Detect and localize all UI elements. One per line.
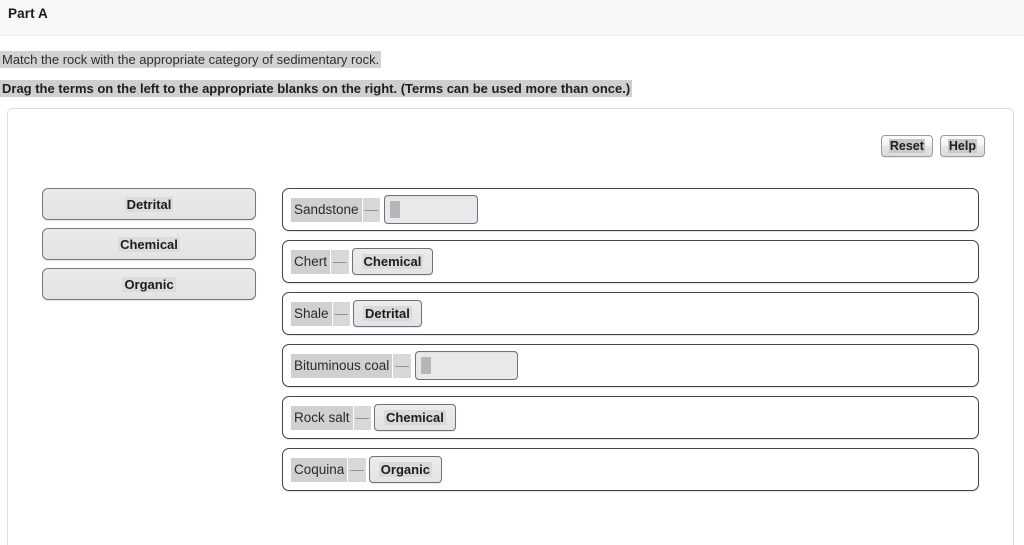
row-label: Sandstone: [291, 197, 362, 222]
dropped-answer-tile[interactable]: Organic: [368, 456, 442, 483]
row-separator: —: [348, 457, 366, 482]
blank-caret-icon: [420, 357, 431, 374]
drop-blank-empty[interactable]: [414, 351, 518, 380]
row-label: Coquina: [291, 457, 348, 482]
term-label: Detrital: [124, 196, 174, 212]
drop-row-list: Sandstone — Chert — Chemical Shale — Det…: [282, 188, 979, 500]
dropped-answer-tile[interactable]: Chemical: [351, 248, 434, 275]
dropped-answer-label: Chemical: [361, 254, 424, 269]
row-label: Bituminous coal: [291, 353, 393, 378]
drop-row-shale[interactable]: Shale — Detrital: [282, 292, 979, 335]
term-label: Chemical: [118, 236, 180, 252]
drop-row-chert[interactable]: Chert — Chemical: [282, 240, 979, 283]
dropped-answer-tile[interactable]: Chemical: [374, 404, 456, 431]
instruction-text-1: Match the rock with the appropriate cate…: [0, 51, 382, 68]
drop-row-rock-salt[interactable]: Rock salt — Chemical: [282, 396, 979, 439]
term-bank: Detrital Chemical Organic: [42, 188, 256, 308]
row-separator: —: [393, 353, 411, 378]
help-button-label: Help: [947, 139, 977, 153]
reset-button-label: Reset: [888, 139, 925, 153]
row-label: Shale: [291, 301, 332, 326]
instruction-line-secondary: Drag the terms on the left to the approp…: [0, 80, 1024, 98]
question-screen: Part A Match the rock with the appropria…: [0, 0, 1024, 545]
row-separator: —: [362, 197, 381, 222]
reset-button[interactable]: Reset: [880, 135, 933, 157]
row-separator: —: [332, 301, 351, 326]
page-title: Part A: [8, 6, 48, 21]
dropped-answer-label: Chemical: [384, 410, 446, 425]
row-separator: —: [331, 249, 349, 274]
dropped-answer-tile[interactable]: Detrital: [353, 300, 422, 327]
drag-drop-panel: Reset Help Detrital Chemical Organic San…: [7, 108, 1014, 545]
term-label: Organic: [122, 276, 176, 292]
panel-toolbar: Reset Help: [880, 135, 985, 157]
term-tile-organic[interactable]: Organic: [42, 268, 256, 300]
instruction-text-2: Drag the terms on the left to the approp…: [0, 80, 633, 97]
row-separator: —: [353, 405, 372, 430]
drop-row-coquina[interactable]: Coquina — Organic: [282, 448, 979, 491]
drop-blank-empty[interactable]: [384, 195, 479, 224]
help-button[interactable]: Help: [939, 135, 985, 157]
blank-caret-icon: [390, 201, 401, 218]
dropped-answer-label: Organic: [378, 462, 432, 477]
instruction-line-primary: Match the rock with the appropriate cate…: [0, 51, 1024, 69]
row-label: Rock salt: [291, 405, 353, 430]
term-tile-chemical[interactable]: Chemical: [42, 228, 256, 260]
term-tile-detrital[interactable]: Detrital: [42, 188, 256, 220]
drop-row-sandstone[interactable]: Sandstone —: [282, 188, 979, 231]
drop-row-bituminous-coal[interactable]: Bituminous coal —: [282, 344, 979, 387]
dropped-answer-label: Detrital: [363, 306, 412, 321]
row-label: Chert: [291, 249, 331, 274]
part-header-band: [0, 0, 1024, 36]
